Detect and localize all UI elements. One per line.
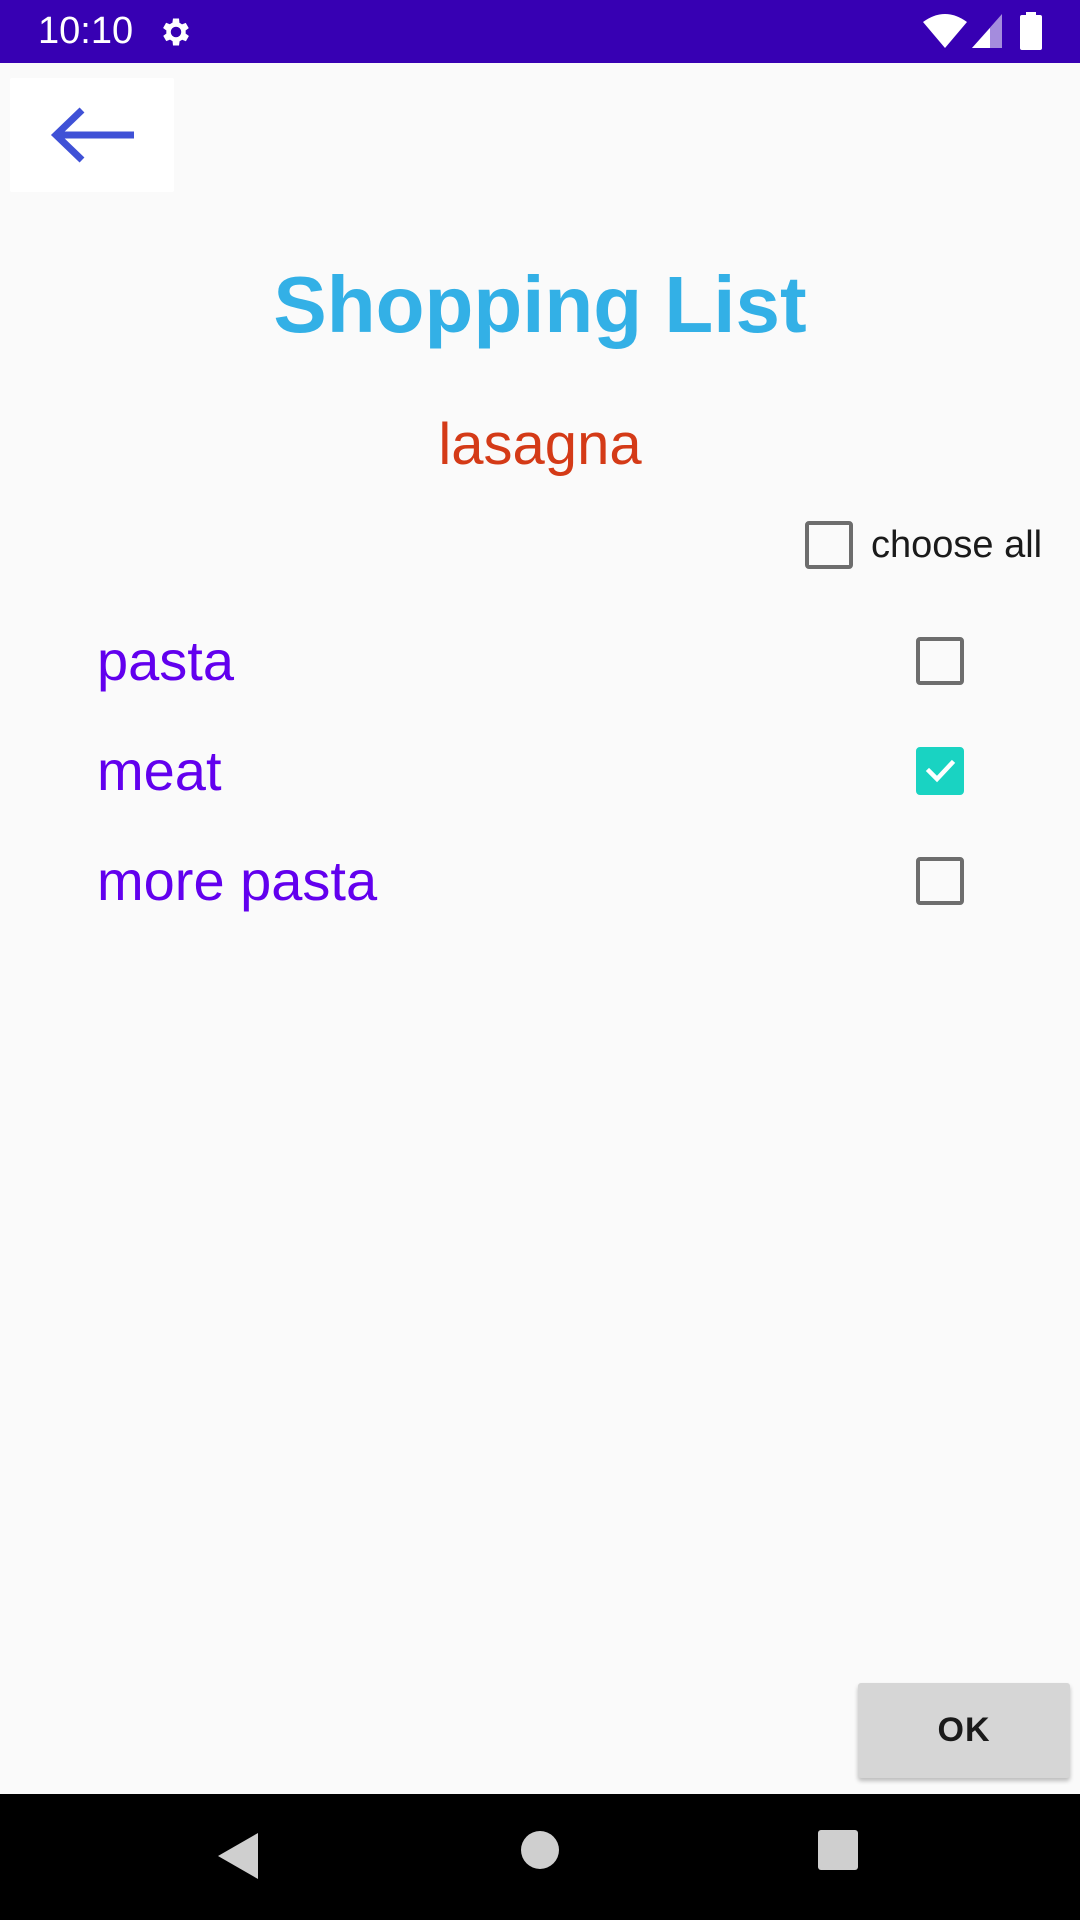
wifi-icon xyxy=(923,14,967,48)
list-item-label: pasta xyxy=(97,629,234,692)
list-item-label: meat xyxy=(97,739,222,802)
signal-icon xyxy=(972,14,1002,48)
list-item[interactable]: more pasta xyxy=(0,832,1080,932)
choose-all-label: choose all xyxy=(871,524,1043,566)
arrow-left-icon xyxy=(50,107,134,163)
back-triangle-icon[interactable] xyxy=(216,1831,260,1881)
list-item-checkbox[interactable] xyxy=(916,747,964,795)
battery-icon xyxy=(1020,12,1042,50)
list-item-label: more pasta xyxy=(97,849,378,912)
list-item-checkbox[interactable] xyxy=(916,637,964,685)
page-title: Shopping List xyxy=(273,260,807,349)
choose-all-checkbox[interactable] xyxy=(805,521,853,569)
checkmark-icon xyxy=(925,759,956,783)
status-bar: 10:10 xyxy=(0,0,1080,63)
recipe-name: lasagna xyxy=(438,412,642,477)
back-button[interactable] xyxy=(10,78,174,192)
list-item[interactable]: meat xyxy=(0,722,1080,822)
gear-icon xyxy=(163,18,189,46)
navigation-bar xyxy=(0,1794,1080,1920)
home-circle-icon[interactable] xyxy=(520,1830,560,1870)
list-item[interactable]: pasta xyxy=(0,612,1080,712)
status-time: 10:10 xyxy=(38,10,134,52)
recents-square-icon[interactable] xyxy=(818,1830,858,1870)
ok-button[interactable]: OK xyxy=(858,1683,1070,1778)
list-item-checkbox[interactable] xyxy=(916,857,964,905)
